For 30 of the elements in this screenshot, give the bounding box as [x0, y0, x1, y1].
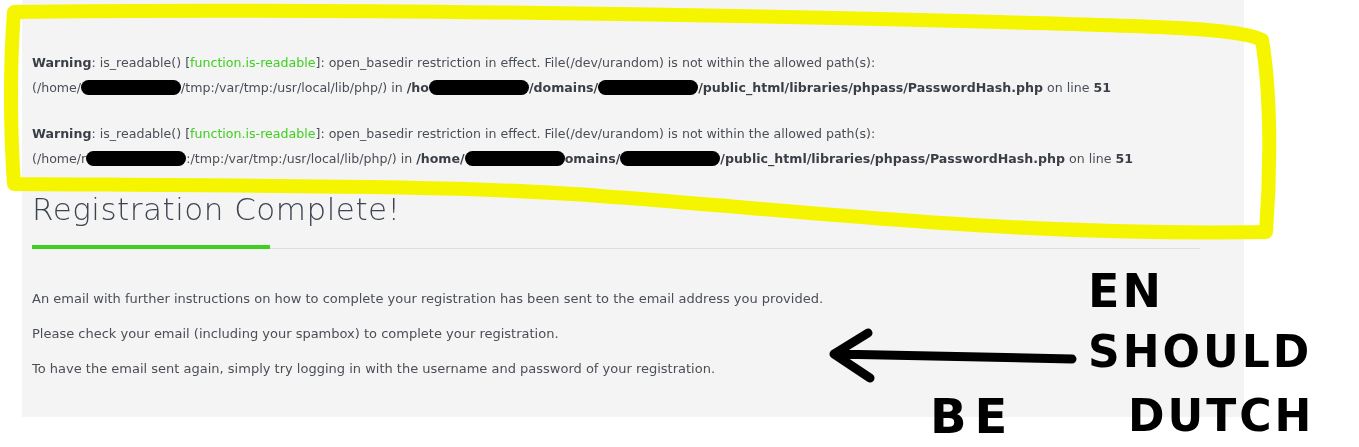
message-text: To have the email sent again, simply try logging in with the username and password of your registration. — [32, 360, 716, 378]
file-path: /home/ — [416, 150, 465, 168]
file-path: 51 — [1115, 150, 1134, 168]
message-text: An email with further instructions on how to complete your registration has been sent to the email address you provided. — [32, 290, 824, 308]
path-text: /tmp:/var/tmp:/usr/local/lib/php/) in — [181, 79, 404, 97]
warning-text: : is_readable() [ — [91, 54, 191, 72]
warning-label: Warning — [32, 54, 92, 72]
file-path: /domains/ — [528, 79, 599, 97]
file-path: 51 — [1093, 79, 1111, 97]
file-path: omains/ — [564, 150, 621, 168]
function-link[interactable]: function.is-readable — [190, 50, 316, 75]
path-text: :/tmp:/var/tmp:/usr/local/lib/php/) in — [186, 150, 414, 168]
path-text: (/home/ — [32, 79, 82, 97]
path-text: on line — [1046, 79, 1091, 97]
file-path: /ho — [406, 79, 429, 97]
path-text: (/home/r — [32, 150, 87, 168]
file-path: /public_html/libraries/phpass/PasswordHash.php — [698, 79, 1043, 98]
handwritten-note: SHOULD — [1088, 330, 1313, 374]
handwritten-note: DUTCH — [1128, 394, 1315, 438]
warning-text: ]: open_basedir restriction in effect. File(/dev/urandom) is not within the allowed path(s): — [315, 54, 876, 72]
page-heading: Registration Complete! — [32, 190, 402, 229]
warning-text: : is_readable() [ — [91, 125, 191, 143]
file-path: /public_html/libraries/phpass/PasswordHash.php — [720, 150, 1066, 169]
path-text: on line — [1068, 150, 1113, 168]
handwritten-note: EN — [1088, 268, 1164, 314]
message-text: Please check your email (including your spambox) to complete your registration. — [32, 325, 559, 343]
handwritten-note: BE — [930, 392, 1016, 440]
warning-label: Warning — [32, 125, 92, 143]
function-link[interactable]: function.is-readable — [190, 121, 316, 146]
warning-text: ]: open_basedir restriction in effect. File(/dev/urandom) is not within the allowed path(s): — [315, 125, 876, 143]
